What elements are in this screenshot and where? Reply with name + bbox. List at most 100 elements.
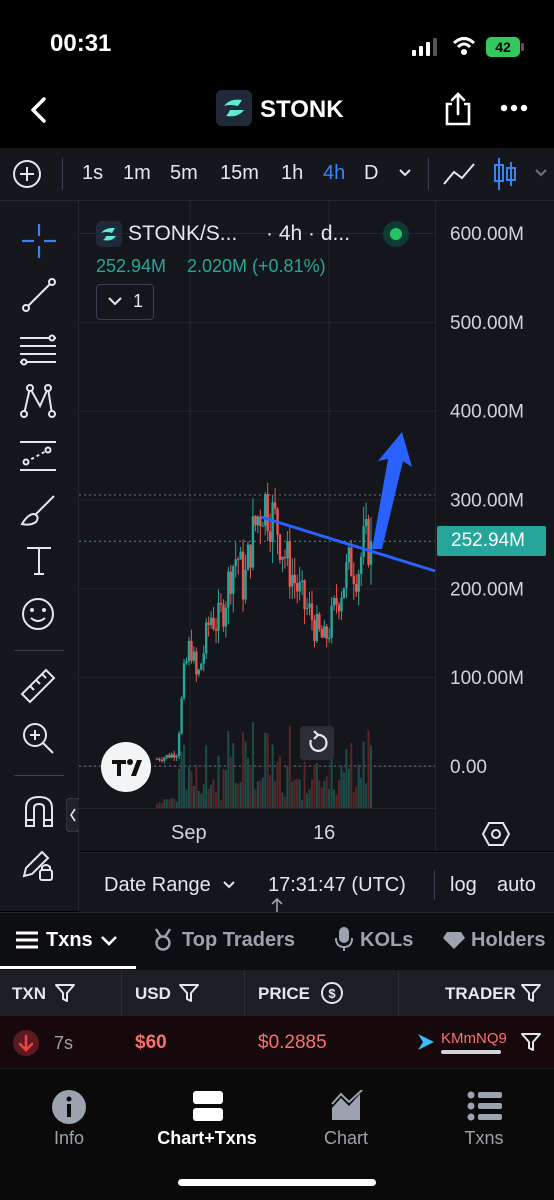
candle-body	[278, 534, 282, 560]
candle-body	[352, 576, 355, 584]
candle-body	[268, 531, 272, 542]
chevron-down-icon[interactable]	[100, 935, 118, 947]
candle-body	[239, 551, 242, 560]
txns-list-icon[interactable]	[467, 1091, 503, 1121]
text-tool-icon[interactable]	[24, 544, 54, 576]
chevron-left-icon[interactable]	[26, 96, 54, 124]
volume-bar	[318, 780, 321, 808]
chart-icon[interactable]	[330, 1090, 364, 1122]
interval-d[interactable]: D	[364, 162, 378, 185]
chart-change-value: 2.020M (+0.81%)	[187, 256, 326, 276]
volume-bar	[355, 786, 358, 808]
utc-time[interactable]: 17:31:47 (UTC)	[268, 874, 406, 897]
candle-body	[175, 755, 178, 758]
interval-1s[interactable]: 1s	[82, 162, 103, 185]
tab-txns[interactable]: Txns	[46, 929, 93, 952]
chevron-down-icon	[108, 297, 122, 306]
tab-kols[interactable]: KOLs	[360, 929, 413, 952]
candle-body	[288, 541, 292, 587]
volume-bar	[187, 765, 190, 808]
candle-body	[254, 516, 257, 526]
collapse-toolbar-handle[interactable]	[66, 798, 80, 832]
interval-15m[interactable]: 15m	[220, 162, 259, 185]
candle-body	[229, 571, 232, 594]
volume-bar	[286, 765, 289, 808]
interval-4h[interactable]: 4h	[323, 162, 345, 185]
indicators-count: 1	[133, 291, 144, 311]
volume-bar	[293, 779, 296, 808]
nav-txns[interactable]: Txns	[414, 1128, 554, 1149]
volume-bar	[325, 776, 328, 808]
pattern-icon[interactable]	[18, 382, 58, 420]
share-icon[interactable]	[444, 92, 472, 126]
lock-drawing-icon[interactable]	[20, 846, 56, 882]
stonk-logo-icon	[216, 90, 252, 126]
filter-icon[interactable]	[54, 983, 76, 1003]
column-header-trader[interactable]: TRADER	[445, 984, 516, 1004]
volume-bar	[190, 770, 193, 808]
trend-line-icon[interactable]	[20, 276, 58, 314]
candle-body	[286, 541, 289, 559]
candle-chart-type-icon[interactable]	[492, 156, 518, 192]
tradingview-logo[interactable]	[100, 741, 152, 793]
volume-bar	[315, 762, 318, 808]
magnet-icon[interactable]	[22, 794, 56, 828]
column-header-txn[interactable]: TXN	[12, 984, 46, 1004]
indicators-toggle[interactable]: 1	[96, 284, 154, 320]
info-icon[interactable]	[51, 1089, 87, 1125]
brush-icon[interactable]	[18, 492, 60, 528]
time-axis-border	[79, 808, 435, 809]
log-scale-toggle[interactable]: log	[450, 874, 477, 897]
add-indicator-icon[interactable]	[12, 159, 42, 189]
candle-body	[323, 626, 326, 638]
filter-icon[interactable]	[520, 1032, 542, 1052]
chart-settings-icon[interactable]	[482, 820, 510, 848]
fib-retracement-icon[interactable]	[18, 332, 58, 368]
candle-body	[212, 617, 215, 629]
volume-bar	[219, 800, 222, 808]
divider	[62, 158, 63, 190]
ruler-icon[interactable]	[18, 666, 58, 706]
tab-top-traders[interactable]: Top Traders	[182, 929, 295, 952]
volume-bar	[165, 799, 168, 808]
candle-body	[200, 663, 203, 670]
nav-chart[interactable]: Chart	[276, 1128, 416, 1149]
volume-bar	[345, 748, 348, 808]
divider	[14, 650, 64, 651]
volume-bar	[202, 784, 205, 808]
candle-body	[355, 583, 358, 592]
dollar-circle-icon[interactable]: $	[320, 981, 344, 1005]
tab-holders[interactable]: Holders	[471, 929, 545, 952]
more-horizontal-icon[interactable]	[500, 104, 528, 112]
y-axis-label: 400.00M	[450, 402, 524, 423]
candle-body	[310, 603, 314, 621]
volume-bar	[173, 798, 176, 808]
volume-bar	[192, 786, 195, 808]
y-axis-label: 100.00M	[450, 668, 524, 689]
interval-5m[interactable]: 5m	[170, 162, 198, 185]
date-range-button[interactable]: Date Range	[104, 874, 211, 897]
filter-icon[interactable]	[520, 983, 542, 1003]
trader-address[interactable]: KMmNQ9	[441, 1030, 507, 1047]
nav-info[interactable]: Info	[0, 1128, 139, 1149]
reset-chart-icon[interactable]	[300, 726, 334, 760]
chart-txns-icon[interactable]	[192, 1090, 224, 1122]
nav-chart-txns[interactable]: Chart+Txns	[137, 1128, 277, 1149]
interval-1m[interactable]: 1m	[123, 162, 151, 185]
emoji-icon[interactable]	[20, 596, 56, 632]
chevron-down-icon[interactable]	[534, 168, 548, 178]
prediction-icon[interactable]	[18, 438, 58, 474]
volume-bar	[163, 799, 166, 808]
zoom-in-icon[interactable]	[20, 720, 56, 756]
auto-scale-toggle[interactable]: auto	[497, 874, 536, 897]
candle-body	[347, 547, 351, 563]
candle-body	[251, 516, 255, 568]
interval-1h[interactable]: 1h	[281, 162, 303, 185]
line-chart-type-icon[interactable]	[442, 160, 476, 188]
column-header-usd[interactable]: USD	[135, 984, 171, 1004]
volume-bar	[291, 781, 294, 808]
column-header-price[interactable]: PRICE	[258, 984, 310, 1004]
filter-icon[interactable]	[178, 983, 200, 1003]
chevron-down-icon[interactable]	[398, 168, 412, 178]
crosshair-icon[interactable]	[20, 222, 58, 260]
